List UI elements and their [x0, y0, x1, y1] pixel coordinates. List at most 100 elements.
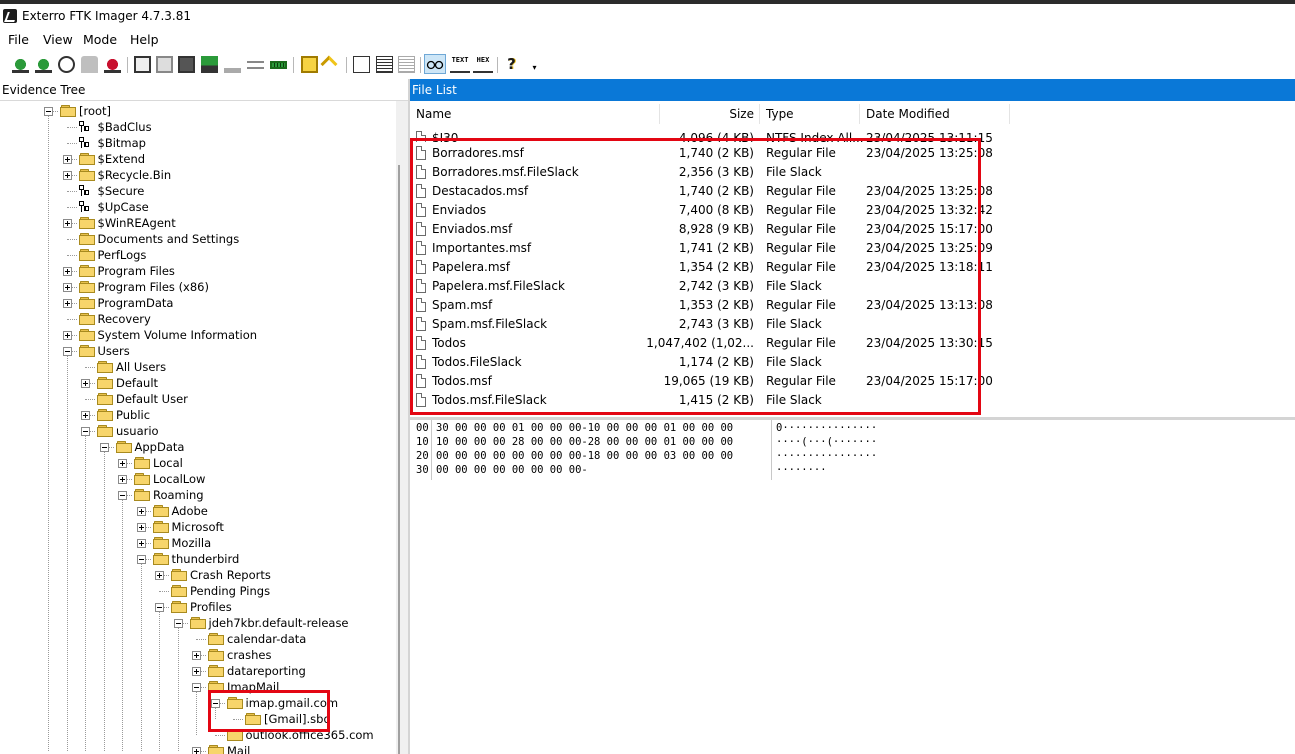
- collapse-toggle-icon[interactable]: [173, 619, 183, 628]
- expand-toggle-icon[interactable]: [136, 507, 146, 516]
- tree-node[interactable]: Adobe: [0, 503, 396, 519]
- verify-drive-icon[interactable]: [247, 61, 264, 69]
- evidence-tree[interactable]: [root] $BadClus $Bitmap $Extend $Recycle.Bin…: [0, 101, 408, 754]
- tree-node[interactable]: ProgramData: [0, 295, 396, 311]
- collapse-toggle-icon[interactable]: [62, 347, 72, 356]
- tree-node[interactable]: Users: [0, 343, 396, 359]
- collapse-toggle-icon[interactable]: [118, 491, 127, 500]
- text-view-icon[interactable]: TEXT: [450, 56, 470, 73]
- column-header-date-modified[interactable]: Date Modified: [866, 104, 950, 124]
- tree-node[interactable]: Documents and Settings: [0, 231, 396, 247]
- tree-node[interactable]: LocalLow: [0, 471, 396, 487]
- obtain-protected-files-icon[interactable]: [201, 56, 218, 73]
- tree-node[interactable]: Local: [0, 455, 396, 471]
- expand-toggle-icon[interactable]: [81, 411, 90, 420]
- expand-toggle-icon[interactable]: [136, 539, 146, 548]
- expand-toggle-icon[interactable]: [192, 651, 201, 660]
- column-divider[interactable]: [759, 104, 760, 124]
- tree-node[interactable]: [root]: [0, 103, 396, 119]
- image-mounting-icon[interactable]: [58, 56, 75, 73]
- hex-view-icon[interactable]: HEX: [473, 56, 493, 73]
- menu-file[interactable]: File: [8, 32, 29, 47]
- collapse-toggle-icon[interactable]: [136, 555, 146, 564]
- tree-node[interactable]: $UpCase: [0, 199, 396, 215]
- tree-node[interactable]: All Users: [0, 359, 396, 375]
- export-disk-image-icon[interactable]: [156, 56, 173, 73]
- expand-toggle-icon[interactable]: [118, 475, 127, 484]
- tree-node[interactable]: Program Files: [0, 263, 396, 279]
- collapse-toggle-icon[interactable]: [192, 683, 201, 692]
- tree-node[interactable]: Mail: [0, 743, 396, 754]
- ram-icon[interactable]: [270, 61, 287, 69]
- column-header-name[interactable]: Name: [416, 104, 451, 124]
- tree-node[interactable]: Microsoft: [0, 519, 396, 535]
- add-all-evidence-icon[interactable]: [35, 56, 52, 73]
- tree-node[interactable]: thunderbird: [0, 551, 396, 567]
- tree-node[interactable]: $Bitmap: [0, 135, 396, 151]
- tree-node[interactable]: System Volume Information: [0, 327, 396, 343]
- tree-node[interactable]: $Extend: [0, 151, 396, 167]
- expand-toggle-icon[interactable]: [81, 379, 90, 388]
- tree-node[interactable]: Default User: [0, 391, 396, 407]
- detect-encryption-icon[interactable]: [224, 56, 241, 73]
- create-disk-image-icon[interactable]: [134, 56, 151, 73]
- column-divider[interactable]: [1009, 104, 1010, 124]
- expand-toggle-icon[interactable]: [62, 155, 72, 164]
- expand-toggle-icon[interactable]: [62, 331, 72, 340]
- column-header-type[interactable]: Type: [766, 104, 794, 124]
- tree-node[interactable]: Program Files (x86): [0, 279, 396, 295]
- expand-toggle-icon[interactable]: [62, 267, 72, 276]
- tree-node[interactable]: AppData: [0, 439, 396, 455]
- tree-node[interactable]: ImapMail: [0, 679, 396, 695]
- expand-toggle-icon[interactable]: [62, 171, 72, 180]
- collapse-toggle-icon[interactable]: [81, 427, 90, 436]
- new-document-icon[interactable]: [353, 56, 370, 73]
- capture-memory-icon[interactable]: [178, 56, 195, 73]
- menu-mode[interactable]: Mode: [83, 32, 117, 47]
- tree-node[interactable]: $WinREAgent: [0, 215, 396, 231]
- expand-toggle-icon[interactable]: [62, 283, 72, 292]
- export-files-icon[interactable]: [301, 56, 318, 73]
- menu-help[interactable]: Help: [130, 32, 159, 47]
- expand-toggle-icon[interactable]: [155, 571, 164, 580]
- menu-view[interactable]: View: [43, 32, 73, 47]
- tree-node[interactable]: $Secure: [0, 183, 396, 199]
- tree-node[interactable]: Profiles: [0, 599, 396, 615]
- tree-node[interactable]: Crash Reports: [0, 567, 396, 583]
- tree-node[interactable]: Recovery: [0, 311, 396, 327]
- tree-node[interactable]: $BadClus: [0, 119, 396, 135]
- tree-node[interactable]: Roaming: [0, 487, 396, 503]
- tree-node[interactable]: datareporting: [0, 663, 396, 679]
- expand-toggle-icon[interactable]: [62, 219, 72, 228]
- tree-node[interactable]: jdeh7kbr.default-release: [0, 615, 396, 631]
- tree-node[interactable]: Pending Pings: [0, 583, 396, 599]
- add-evidence-icon[interactable]: [12, 56, 29, 73]
- column-header-size[interactable]: Size: [690, 104, 754, 124]
- tree-node[interactable]: usuario: [0, 423, 396, 439]
- collapse-toggle-icon[interactable]: [155, 603, 164, 612]
- hex-viewer[interactable]: 00 30 00 00 00 01 00 00 00-10 00 00 00 01…: [410, 420, 1295, 754]
- export-hash-list-icon[interactable]: [320, 55, 338, 73]
- expand-toggle-icon[interactable]: [192, 747, 201, 754]
- tree-node[interactable]: Public: [0, 407, 396, 423]
- tree-node[interactable]: imap.gmail.com: [0, 695, 396, 711]
- automatic-view-icon[interactable]: [424, 54, 446, 74]
- dropdown-icon[interactable]: ▾: [526, 56, 543, 73]
- tree-node[interactable]: calendar-data: [0, 631, 396, 647]
- tree-node[interactable]: PerfLogs: [0, 247, 396, 263]
- collapse-toggle-icon[interactable]: [99, 443, 109, 452]
- help-icon[interactable]: ?: [503, 56, 520, 73]
- view-properties-icon[interactable]: [398, 56, 415, 73]
- remove-all-evidence-icon[interactable]: [104, 56, 121, 73]
- expand-toggle-icon[interactable]: [192, 667, 201, 676]
- expand-toggle-icon[interactable]: [136, 523, 146, 532]
- tree-node[interactable]: Default: [0, 375, 396, 391]
- tree-node[interactable]: Mozilla: [0, 535, 396, 551]
- tree-node[interactable]: crashes: [0, 647, 396, 663]
- view-files-icon[interactable]: [376, 56, 393, 73]
- tree-node[interactable]: $Recycle.Bin: [0, 167, 396, 183]
- evidence-tree-scrollbar-thumb[interactable]: [398, 165, 400, 754]
- remove-evidence-icon[interactable]: [81, 56, 98, 73]
- column-divider[interactable]: [659, 104, 660, 124]
- tree-node[interactable]: outlook.office365.com: [0, 727, 396, 743]
